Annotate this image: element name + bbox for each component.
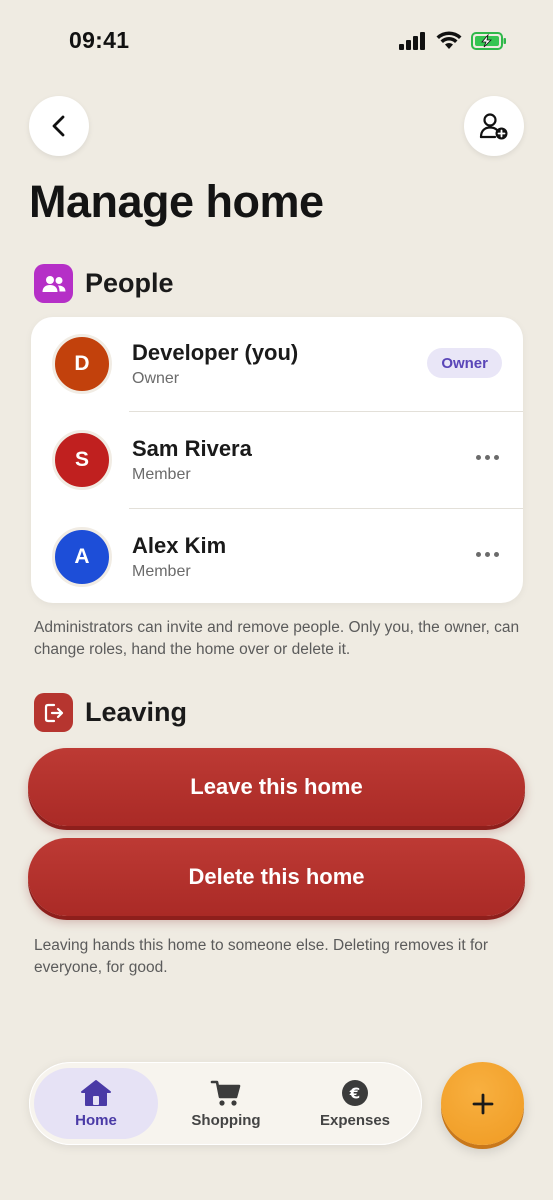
member-name: Sam Rivera: [132, 436, 252, 461]
battery-charging-icon: [471, 31, 506, 50]
status-time: 09:41: [69, 27, 130, 53]
delete-home-button[interactable]: Delete this home: [28, 838, 525, 916]
member-name: Alex Kim: [132, 533, 227, 558]
avatar: S: [52, 430, 112, 490]
leave-home-button[interactable]: Leave this home: [28, 748, 525, 826]
member-role: Owner: [132, 370, 180, 387]
status-bar: 09:41: [0, 0, 553, 84]
more-options-button[interactable]: [473, 447, 501, 467]
people-help-text: Administrators can invite and remove peo…: [34, 619, 520, 658]
member-role: Member: [132, 563, 191, 580]
exit-icon: [34, 693, 73, 732]
add-person-button[interactable]: [464, 96, 524, 156]
avatar: A: [52, 527, 112, 587]
status-icons: [399, 31, 507, 50]
people-title: People: [85, 268, 174, 298]
member-row-sam-rivera[interactable]: S Sam Rivera Member: [31, 413, 523, 509]
tab-shopping[interactable]: Shopping: [164, 1068, 288, 1139]
more-dots-icon: [475, 454, 481, 460]
svg-text:€: €: [349, 1084, 360, 1102]
plus-icon: [472, 1093, 493, 1114]
member-row-alex-kim[interactable]: A Alex Kim Member: [31, 510, 523, 603]
tab-expenses[interactable]: € Expenses: [293, 1068, 417, 1139]
people-list: D Developer (you) Owner Owner S Sam Rive…: [31, 317, 523, 603]
divider: [129, 508, 523, 509]
leaving-help-text: Leaving hands this home to someone else.…: [34, 937, 489, 976]
tab-bar: Home Shopping € Expenses: [29, 1062, 422, 1145]
more-options-button[interactable]: [473, 544, 501, 564]
divider: [129, 411, 523, 412]
signal-icon: [399, 31, 425, 50]
house-icon: [81, 1079, 111, 1106]
tab-home[interactable]: Home: [34, 1068, 158, 1139]
back-button[interactable]: [29, 96, 89, 156]
tab-label: Shopping: [191, 1111, 261, 1129]
people-icon: [34, 264, 73, 303]
owner-badge: Owner: [427, 348, 502, 378]
leaving-title: Leaving: [85, 697, 188, 727]
tab-label: Home: [75, 1111, 117, 1129]
member-row-developer[interactable]: D Developer (you) Owner Owner: [31, 317, 523, 413]
member-name: Developer (you): [132, 340, 299, 365]
more-dots-icon: [475, 551, 481, 557]
avatar: D: [52, 334, 112, 394]
page-title: Manage home: [29, 176, 324, 227]
people-section-header: People: [34, 264, 174, 303]
tab-label: Expenses: [319, 1111, 391, 1129]
euro-icon: €: [342, 1079, 368, 1106]
leaving-section-header: Leaving: [34, 693, 187, 732]
person-add-icon: [479, 113, 508, 140]
add-fab-button[interactable]: [441, 1062, 524, 1145]
wifi-icon: [436, 31, 462, 49]
cart-icon: [210, 1080, 241, 1106]
chevron-left-icon: [52, 115, 65, 137]
member-role: Member: [132, 466, 191, 483]
